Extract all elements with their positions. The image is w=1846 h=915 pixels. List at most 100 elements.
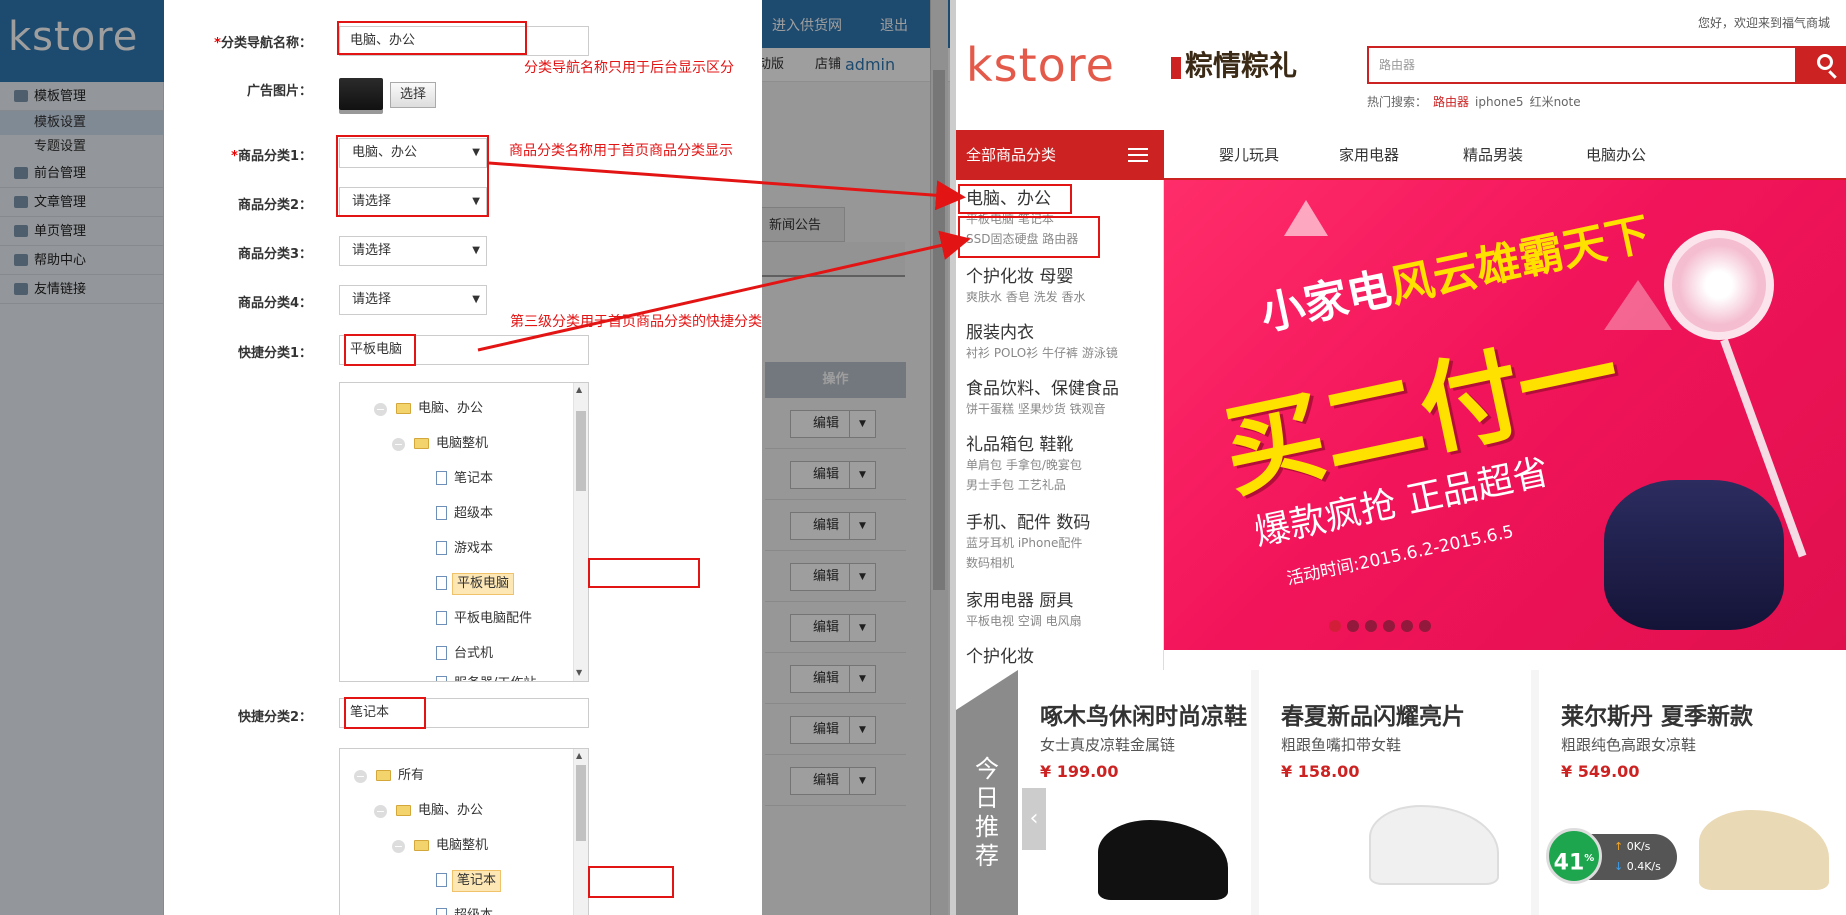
banner-pagination <box>1329 620 1437 636</box>
annotation-category: 商品分类名称用于首页商品分类显示 <box>509 143 733 159</box>
highlight-box <box>588 558 700 588</box>
scroll-up-icon[interactable]: ▲ <box>576 751 582 760</box>
category-sub[interactable]: 爽肤水 香皂 洗发 香水 <box>966 287 1085 307</box>
cat4-label: 商品分类4： <box>237 296 312 311</box>
collapse-icon[interactable]: − <box>392 840 405 853</box>
file-icon <box>436 541 447 555</box>
tree-node-label: 服务器/工作站 <box>454 673 536 681</box>
file-icon <box>436 576 447 590</box>
promo-banner[interactable]: 小家电风云雄霸天下 买二付一 爆款疯抢 正品超省 活动时间:2015.6.2-2… <box>1164 180 1846 650</box>
nav-item-appliances[interactable]: 家用电器 <box>1339 130 1399 180</box>
category-item[interactable]: 食品饮料、保健食品 饼干蛋糕 坚果炒货 铁观音 <box>966 374 1119 419</box>
folder-icon <box>396 805 411 816</box>
hot-search: 热门搜索： 路由器 iphone5 红米note <box>1367 93 1581 110</box>
all-categories-button[interactable]: 全部商品分类 <box>956 130 1164 180</box>
category-sub[interactable]: 数码相机 <box>966 553 1090 573</box>
network-speed-widget[interactable]: ↑ 0K/s ↓ 0.4K/s 41% <box>1546 828 1716 884</box>
search-input[interactable]: 路由器 <box>1367 46 1797 84</box>
scroll-up-icon[interactable]: ▲ <box>576 385 582 394</box>
product-card[interactable]: 春夏新品闪耀亮片 粗跟鱼嘴扣带女鞋 ¥ 158.00 <box>1259 670 1531 915</box>
category-sub[interactable]: 蓝牙耳机 iPhone配件 <box>966 533 1090 553</box>
product-name[interactable]: 啄木鸟休闲时尚凉鞋 <box>1040 697 1247 731</box>
scroll-down-icon[interactable]: ▼ <box>576 668 582 677</box>
cat3-select[interactable]: 请选择 ▼ <box>339 236 487 266</box>
collapse-icon[interactable]: − <box>392 438 405 451</box>
category-title[interactable]: 个护化妆 母婴 <box>966 262 1085 287</box>
promo-logo-text: 粽情粽礼 <box>1185 49 1298 82</box>
category-item[interactable]: 个护化妆 <box>966 642 1034 667</box>
category-title[interactable]: 食品饮料、保健食品 <box>966 374 1119 399</box>
product-price: ¥ 158.00 <box>1281 762 1360 781</box>
product-image[interactable] <box>1369 805 1499 885</box>
tree-scrollbar-thumb[interactable] <box>576 411 586 491</box>
banner-dot[interactable] <box>1401 620 1413 632</box>
category-title[interactable]: 礼品箱包 鞋靴 <box>966 430 1082 455</box>
hot-keyword[interactable]: iphone5 <box>1475 95 1524 109</box>
product-image[interactable] <box>1098 820 1228 900</box>
category-title[interactable]: 个护化妆 <box>966 642 1034 667</box>
seal-icon <box>1171 56 1181 79</box>
product-card[interactable]: 啄木鸟休闲时尚凉鞋 女士真皮凉鞋金属链 ¥ 199.00 <box>1018 670 1251 915</box>
select-image-button[interactable]: 选择 <box>390 82 436 108</box>
highlight-box <box>337 21 527 55</box>
promo-logo[interactable]: 粽情粽礼 <box>1171 44 1297 84</box>
collapse-icon[interactable]: − <box>374 805 387 818</box>
chevron-down-icon: ▼ <box>472 245 480 256</box>
main-nav: 全部商品分类 婴儿玩具 家用电器 精品男装 电脑办公 <box>956 130 1846 180</box>
cat4-select[interactable]: 请选择 ▼ <box>339 285 487 315</box>
banner-dot[interactable] <box>1383 620 1395 632</box>
highlight-box <box>958 216 1100 258</box>
tree-node-label: 台式机 <box>454 646 494 661</box>
category-sub[interactable]: 饼干蛋糕 坚果炒货 铁观音 <box>966 399 1119 419</box>
hot-search-label: 热门搜索： <box>1367 95 1428 109</box>
folder-icon <box>414 438 429 449</box>
tree-node-label: 电脑、办公 <box>418 803 484 818</box>
banner-dot[interactable] <box>1329 620 1341 632</box>
category-sub[interactable]: 男士手包 工艺礼品 <box>966 475 1082 495</box>
product-image[interactable] <box>1699 810 1829 890</box>
store-logo[interactable]: kstore <box>966 38 1115 92</box>
nav-item-menswear[interactable]: 精品男装 <box>1463 130 1523 180</box>
category-item[interactable]: 家用电器 厨具 平板电视 空调 电风扇 <box>966 586 1082 631</box>
category-item[interactable]: 个护化妆 母婴 爽肤水 香皂 洗发 香水 <box>966 262 1085 307</box>
vacuum-image <box>1604 480 1784 630</box>
search-button[interactable] <box>1797 46 1846 84</box>
nav-item-computers[interactable]: 电脑办公 <box>1586 130 1646 180</box>
banner-dot[interactable] <box>1419 620 1431 632</box>
edit-category-dialog: *分类导航名称： 电脑、办公 分类导航名称只用于后台显示区分 广告图片： 选择 … <box>164 0 762 915</box>
decor-triangle <box>1284 200 1328 236</box>
annotation-nav-name: 分类导航名称只用于后台显示区分 <box>524 60 734 76</box>
collapse-icon[interactable]: − <box>374 403 387 416</box>
tree-scrollbar[interactable]: ▲ ▼ <box>573 383 588 681</box>
tree-scrollbar-thumb[interactable] <box>576 765 586 841</box>
product-price: ¥ 549.00 <box>1561 762 1640 781</box>
quick1-category-tree: − 电脑、办公 − 电脑整机 笔记本 超级本 游戏本 平板电脑 平板电脑配件 台式机… <box>339 382 589 682</box>
highlight-box <box>958 184 1072 214</box>
product-name[interactable]: 莱尔斯丹 夏季新款 <box>1561 697 1753 731</box>
category-item[interactable]: 服装内衣 衬衫 POLO衫 牛仔裤 游泳镜 <box>966 318 1118 363</box>
banner-dot[interactable] <box>1365 620 1377 632</box>
category-sub[interactable]: 衬衫 POLO衫 牛仔裤 游泳镜 <box>966 343 1118 363</box>
file-icon <box>436 908 447 915</box>
chevron-left-icon[interactable]: ‹ <box>1022 788 1046 850</box>
tree-node-label: 超级本 <box>454 905 493 915</box>
category-title[interactable]: 服装内衣 <box>966 318 1118 343</box>
collapse-icon[interactable]: − <box>354 770 367 783</box>
nav-item-toys[interactable]: 婴儿玩具 <box>1219 130 1279 180</box>
product-desc: 女士真皮凉鞋金属链 <box>1040 736 1176 754</box>
category-sub[interactable]: 平板电视 空调 电风扇 <box>966 611 1082 631</box>
category-sub[interactable]: 单肩包 手拿包/晚宴包 <box>966 455 1082 475</box>
product-name[interactable]: 春夏新品闪耀亮片 <box>1281 697 1465 731</box>
hot-keyword[interactable]: 红米note <box>1530 95 1581 109</box>
category-title[interactable]: 家用电器 厨具 <box>966 586 1082 611</box>
nav-name-label: *分类导航名称： <box>214 36 312 51</box>
category-item[interactable]: 手机、配件 数码 蓝牙耳机 iPhone配件 数码相机 <box>966 508 1090 573</box>
hot-keyword[interactable]: 路由器 <box>1433 95 1469 109</box>
category-title[interactable]: 手机、配件 数码 <box>966 508 1090 533</box>
banner-dot[interactable] <box>1347 620 1359 632</box>
tree-node-label: 笔记本 <box>454 471 494 486</box>
tree-scrollbar[interactable]: ▲ <box>573 749 588 915</box>
file-icon <box>436 506 447 520</box>
category-item[interactable]: 礼品箱包 鞋靴 单肩包 手拿包/晚宴包 男士手包 工艺礼品 <box>966 430 1082 495</box>
file-icon <box>436 646 447 660</box>
